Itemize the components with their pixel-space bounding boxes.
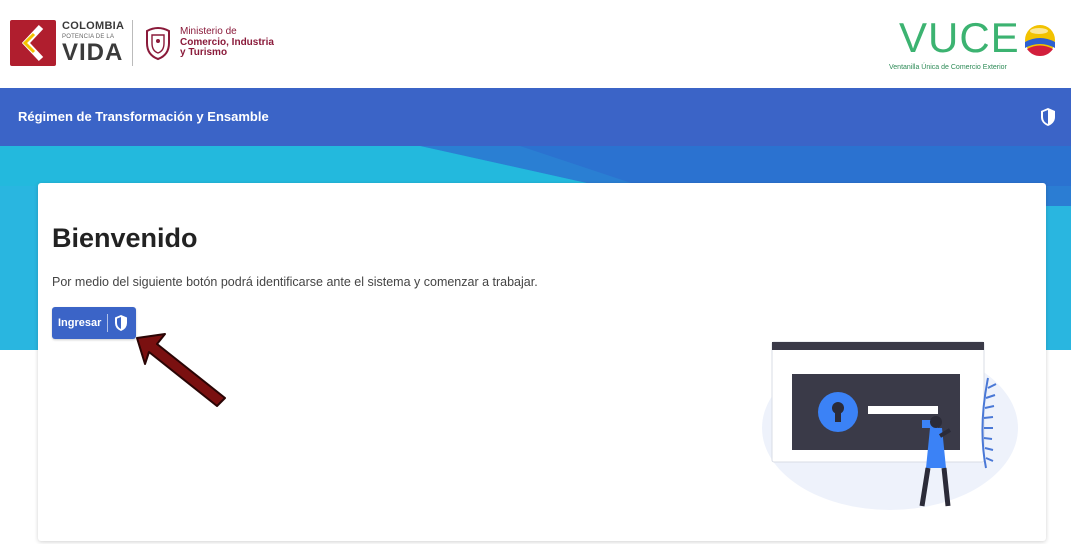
app-title: Régimen de Transformación y Ensamble	[18, 109, 269, 124]
annotation-arrow	[136, 333, 226, 407]
shield-icon[interactable]	[1039, 107, 1057, 127]
ministry-line1: Ministerio de	[180, 25, 237, 37]
welcome-description: Por medio del siguiente botón podrá iden…	[52, 275, 538, 289]
ministry-logo[interactable]: Ministerio de Comercio, Industria y Turi…	[144, 25, 274, 61]
logo-divider	[132, 20, 134, 66]
login-button-label: Ingresar	[58, 317, 102, 329]
vuce-title: VUCE	[899, 14, 1020, 61]
colombia-logo-line3: VIDA	[62, 39, 124, 66]
colombia-logo[interactable]: COLOMBIA POTENCIA DE LA VIDA	[10, 20, 134, 66]
coat-of-arms-icon	[146, 27, 170, 61]
login-button-divider	[107, 314, 109, 332]
ministry-line3: y Turismo	[180, 47, 228, 59]
login-illustration	[762, 341, 1018, 510]
shield-icon	[115, 315, 128, 331]
login-button[interactable]: Ingresar	[52, 307, 136, 339]
site-header: COLOMBIA POTENCIA DE LA VIDA Ministerio …	[0, 0, 1071, 88]
vuce-globe-icon	[1025, 25, 1055, 56]
page-title: Bienvenido	[52, 223, 198, 253]
colombia-logo-line1: COLOMBIA	[62, 20, 125, 32]
vuce-logo[interactable]: VUCE Ventanilla Única de Comercio Exteri…	[889, 14, 1055, 74]
vuce-subtitle: Ventanilla Única de Comercio Exterior	[889, 64, 1007, 71]
app-title-bar: Régimen de Transformación y Ensamble	[0, 88, 1071, 146]
colombia-logo-icon	[10, 20, 56, 66]
